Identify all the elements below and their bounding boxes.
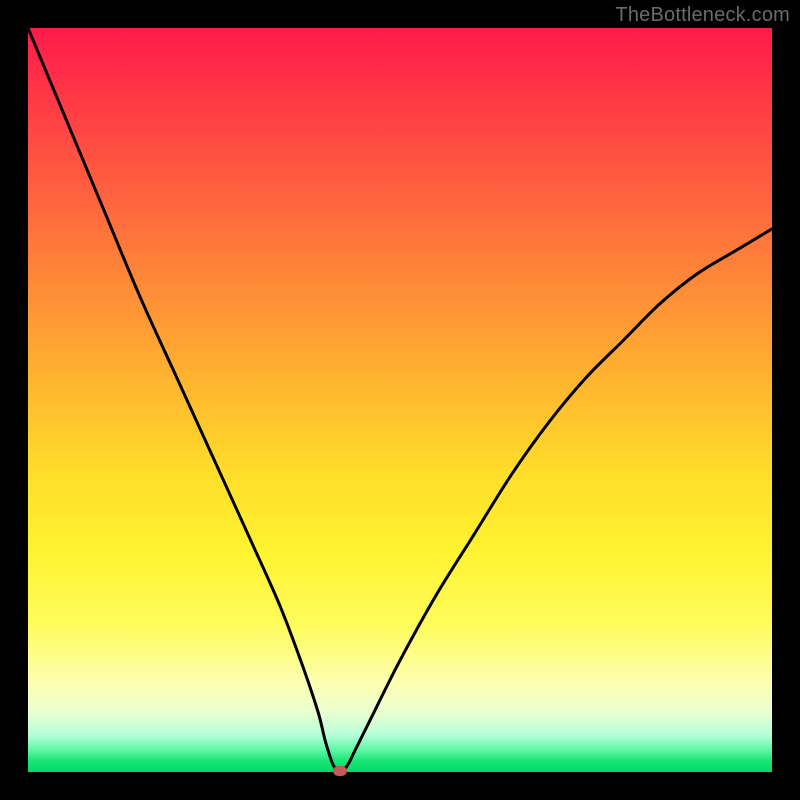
bottleneck-curve: [28, 28, 772, 772]
chart-frame: TheBottleneck.com: [0, 0, 800, 800]
plot-area: [28, 28, 772, 772]
watermark-text: TheBottleneck.com: [615, 4, 790, 27]
minimum-marker: [333, 766, 347, 776]
curve-svg: [28, 28, 772, 772]
